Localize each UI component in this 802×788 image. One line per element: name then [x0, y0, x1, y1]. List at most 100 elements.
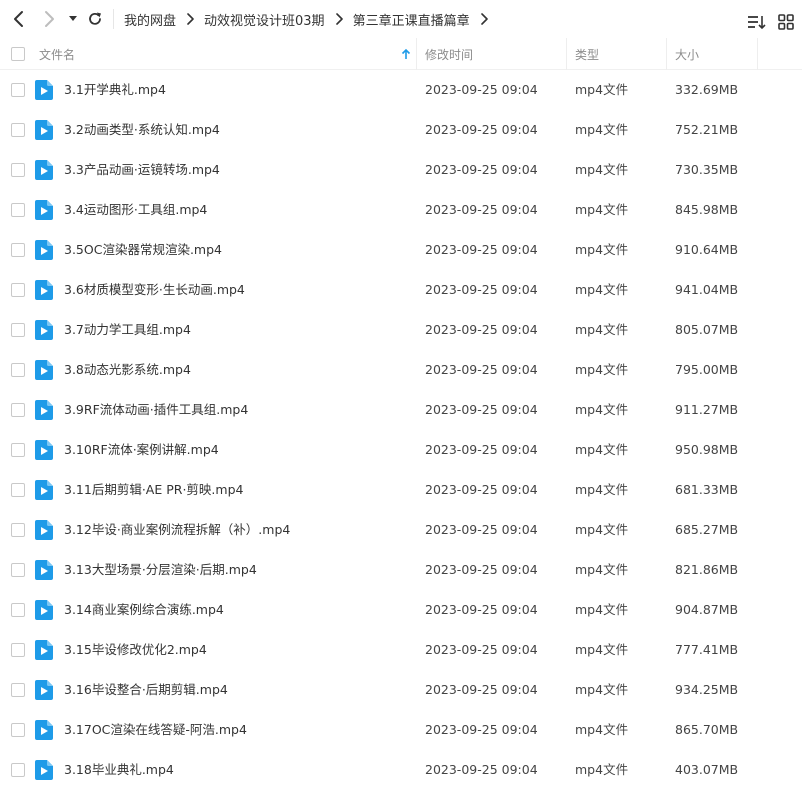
row-checkbox[interactable] [11, 483, 25, 497]
file-size: 904.87MB [675, 602, 739, 617]
column-divider[interactable] [666, 38, 667, 70]
file-size: 941.04MB [675, 282, 739, 297]
table-row[interactable]: 3.16毕设整合·后期剪辑.mp4 2023-09-25 09:04 mp4文件… [0, 670, 802, 710]
file-size: 332.69MB [675, 82, 739, 97]
file-type: mp4文件 [575, 482, 629, 497]
file-size: 685.27MB [675, 522, 739, 537]
row-checkbox[interactable] [11, 763, 25, 777]
back-button[interactable] [6, 6, 32, 32]
file-size: 950.98MB [675, 442, 739, 457]
file-type: mp4文件 [575, 762, 629, 777]
forward-button[interactable] [36, 6, 62, 32]
table-row[interactable]: 3.1开学典礼.mp4 2023-09-25 09:04 mp4文件 332.6… [0, 70, 802, 110]
row-checkbox[interactable] [11, 243, 25, 257]
table-row[interactable]: 3.18毕业典礼.mp4 2023-09-25 09:04 mp4文件 403.… [0, 750, 802, 788]
breadcrumb-item-root[interactable]: 我的网盘 [124, 10, 176, 29]
refresh-button[interactable] [82, 6, 108, 32]
row-checkbox[interactable] [11, 603, 25, 617]
file-name[interactable]: 3.2动画类型·系统认知.mp4 [64, 110, 220, 150]
file-modified-time: 2023-09-25 09:04 [425, 162, 538, 177]
row-checkbox[interactable] [11, 323, 25, 337]
file-name[interactable]: 3.17OC渲染在线答疑-阿浩.mp4 [64, 710, 247, 750]
table-row[interactable]: 3.12毕设·商业案例流程拆解（补）.mp4 2023-09-25 09:04 … [0, 510, 802, 550]
column-header-size[interactable]: 大小 [675, 38, 699, 70]
file-modified-time: 2023-09-25 09:04 [425, 682, 538, 697]
file-name[interactable]: 3.8动态光影系统.mp4 [64, 350, 191, 390]
file-type: mp4文件 [575, 522, 629, 537]
breadcrumb-item-chapter[interactable]: 第三章正课直播篇章 [353, 10, 470, 29]
file-list: 3.1开学典礼.mp4 2023-09-25 09:04 mp4文件 332.6… [0, 70, 802, 788]
file-modified-time: 2023-09-25 09:04 [425, 762, 538, 777]
table-row[interactable]: 3.10RF流体·案例讲解.mp4 2023-09-25 09:04 mp4文件… [0, 430, 802, 470]
file-name[interactable]: 3.10RF流体·案例讲解.mp4 [64, 430, 219, 470]
file-name[interactable]: 3.6材质模型变形·生长动画.mp4 [64, 270, 245, 310]
column-divider[interactable] [566, 38, 567, 70]
column-header-modified[interactable]: 修改时间 [425, 38, 473, 70]
refresh-icon [89, 12, 101, 25]
file-size: 845.98MB [675, 202, 739, 217]
table-row[interactable]: 3.14商业案例综合演练.mp4 2023-09-25 09:04 mp4文件 … [0, 590, 802, 630]
table-row[interactable]: 3.13大型场景·分层渲染·后期.mp4 2023-09-25 09:04 mp… [0, 550, 802, 590]
row-checkbox[interactable] [11, 563, 25, 577]
table-row[interactable]: 3.7动力学工具组.mp4 2023-09-25 09:04 mp4文件 805… [0, 310, 802, 350]
breadcrumb-item-course[interactable]: 动效视觉设计班03期 [204, 10, 325, 29]
row-checkbox[interactable] [11, 443, 25, 457]
file-modified-time: 2023-09-25 09:04 [425, 322, 538, 337]
file-type: mp4文件 [575, 322, 629, 337]
table-row[interactable]: 3.9RF流体动画·插件工具组.mp4 2023-09-25 09:04 mp4… [0, 390, 802, 430]
row-checkbox[interactable] [11, 523, 25, 537]
file-name[interactable]: 3.13大型场景·分层渲染·后期.mp4 [64, 550, 257, 590]
row-checkbox[interactable] [11, 683, 25, 697]
grid-view-button[interactable] [773, 9, 799, 35]
file-name[interactable]: 3.12毕设·商业案例流程拆解（补）.mp4 [64, 510, 290, 550]
file-name[interactable]: 3.11后期剪辑·AE PR·剪映.mp4 [64, 470, 243, 510]
video-file-icon [35, 600, 53, 620]
file-type: mp4文件 [575, 282, 629, 297]
history-dropdown-button[interactable] [64, 6, 82, 32]
row-checkbox[interactable] [11, 643, 25, 657]
table-row[interactable]: 3.11后期剪辑·AE PR·剪映.mp4 2023-09-25 09:04 m… [0, 470, 802, 510]
row-checkbox[interactable] [11, 723, 25, 737]
file-name[interactable]: 3.3产品动画·运镜转场.mp4 [64, 150, 220, 190]
file-type: mp4文件 [575, 162, 629, 177]
chevron-left-icon [14, 11, 23, 27]
row-checkbox[interactable] [11, 203, 25, 217]
file-name[interactable]: 3.1开学典礼.mp4 [64, 70, 166, 110]
file-name[interactable]: 3.9RF流体动画·插件工具组.mp4 [64, 390, 248, 430]
column-divider[interactable] [416, 38, 417, 70]
file-name[interactable]: 3.4运动图形·工具组.mp4 [64, 190, 207, 230]
table-row[interactable]: 3.6材质模型变形·生长动画.mp4 2023-09-25 09:04 mp4文… [0, 270, 802, 310]
caret-down-icon [69, 16, 77, 21]
column-header-type[interactable]: 类型 [575, 38, 599, 70]
file-name[interactable]: 3.18毕业典礼.mp4 [64, 750, 174, 788]
row-checkbox[interactable] [11, 283, 25, 297]
table-row[interactable]: 3.5OC渲染器常规渲染.mp4 2023-09-25 09:04 mp4文件 … [0, 230, 802, 270]
file-name[interactable]: 3.5OC渲染器常规渲染.mp4 [64, 230, 222, 270]
row-checkbox[interactable] [11, 163, 25, 177]
file-type: mp4文件 [575, 402, 629, 417]
table-row[interactable]: 3.15毕设修改优化2.mp4 2023-09-25 09:04 mp4文件 7… [0, 630, 802, 670]
file-modified-time: 2023-09-25 09:04 [425, 442, 538, 457]
table-row[interactable]: 3.4运动图形·工具组.mp4 2023-09-25 09:04 mp4文件 8… [0, 190, 802, 230]
file-name[interactable]: 3.14商业案例综合演练.mp4 [64, 590, 224, 630]
row-checkbox[interactable] [11, 123, 25, 137]
row-checkbox[interactable] [11, 83, 25, 97]
file-name[interactable]: 3.15毕设修改优化2.mp4 [64, 630, 207, 670]
column-header-name[interactable]: 文件名 [39, 38, 75, 70]
row-checkbox[interactable] [11, 363, 25, 377]
video-file-icon [35, 760, 53, 780]
file-name[interactable]: 3.16毕设整合·后期剪辑.mp4 [64, 670, 228, 710]
chevron-right-icon [480, 13, 488, 25]
row-checkbox[interactable] [11, 403, 25, 417]
sort-list-button[interactable] [743, 9, 769, 35]
video-file-icon [35, 560, 53, 580]
video-file-icon [35, 640, 53, 660]
table-row[interactable]: 3.2动画类型·系统认知.mp4 2023-09-25 09:04 mp4文件 … [0, 110, 802, 150]
table-row[interactable]: 3.17OC渲染在线答疑-阿浩.mp4 2023-09-25 09:04 mp4… [0, 710, 802, 750]
file-name[interactable]: 3.7动力学工具组.mp4 [64, 310, 191, 350]
table-row[interactable]: 3.8动态光影系统.mp4 2023-09-25 09:04 mp4文件 795… [0, 350, 802, 390]
column-divider[interactable] [757, 38, 758, 70]
table-row[interactable]: 3.3产品动画·运镜转场.mp4 2023-09-25 09:04 mp4文件 … [0, 150, 802, 190]
arrow-up-icon[interactable] [401, 38, 411, 70]
select-all-checkbox[interactable] [11, 47, 25, 61]
